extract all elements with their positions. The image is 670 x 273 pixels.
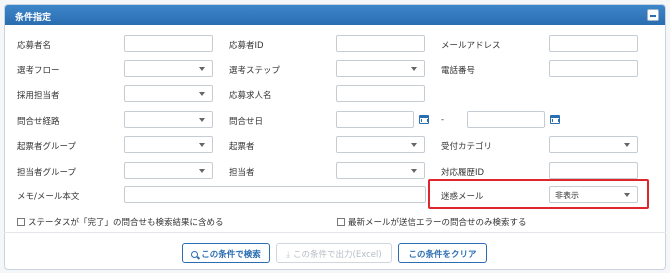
email-input[interactable] <box>549 35 638 52</box>
chevron-down-icon <box>411 169 417 173</box>
label-drafter: 起票者 <box>229 142 255 152</box>
inquiry-route-select[interactable] <box>124 111 213 128</box>
label-inquiry-route: 問合せ経路 <box>17 117 60 127</box>
collapse-icon[interactable] <box>647 9 659 21</box>
memo-body-input[interactable] <box>124 186 426 203</box>
label-assignee: 担当者 <box>229 168 255 178</box>
chevron-down-icon <box>199 169 205 173</box>
search-icon <box>191 251 199 258</box>
label-assignee-group: 担当者グループ <box>17 168 76 178</box>
label-memo-body: メモ/メール本文 <box>17 192 80 202</box>
include-completed-checkbox[interactable]: ステータスが「完了」の問合せも検索結果に含める <box>17 216 224 228</box>
panel-header: 条件指定 <box>5 5 665 25</box>
selection-step-select[interactable] <box>336 60 425 77</box>
spam-mail-select[interactable]: 非表示 <box>549 186 638 203</box>
recruiter-select[interactable] <box>124 85 213 102</box>
latest-send-error-checkbox[interactable]: 最新メールが送信エラーの問合せのみ検索する <box>337 216 527 228</box>
phone-input[interactable] <box>549 60 638 77</box>
label-job-title: 応募求人名 <box>229 91 272 101</box>
export-excel-button[interactable]: ⤓ この条件で出力(Excel) <box>276 243 392 263</box>
search-button-label: この条件で検索 <box>201 250 261 260</box>
spam-mail-selected-value: 非表示 <box>555 191 579 200</box>
calendar-icon[interactable] <box>550 115 560 124</box>
label-reception-category: 受付カテゴリ <box>441 142 493 152</box>
chevron-down-icon <box>411 67 417 71</box>
history-id-input[interactable] <box>549 162 638 179</box>
export-button-label: この条件で出力(Excel) <box>293 250 382 260</box>
label-inquiry-date: 問合せ日 <box>229 117 264 127</box>
label-applicant-id: 応募者ID <box>229 41 264 51</box>
label-selection-flow: 選考フロー <box>17 66 60 76</box>
latest-send-error-label: 最新メールが送信エラーの問合せのみ検索する <box>348 218 527 228</box>
selection-flow-select[interactable] <box>124 60 213 77</box>
chevron-down-icon <box>199 67 205 71</box>
chevron-down-icon <box>624 193 630 197</box>
checkbox-box[interactable] <box>337 218 345 226</box>
label-spam-mail: 迷惑メール <box>441 192 484 202</box>
inquiry-date-to-input[interactable] <box>467 111 545 128</box>
search-button[interactable]: この条件で検索 <box>182 243 270 263</box>
label-drafter-group: 起票者グループ <box>17 142 76 152</box>
clear-button-label: この条件をクリア <box>408 250 477 260</box>
chevron-down-icon <box>199 143 205 147</box>
applicant-name-input[interactable] <box>124 35 213 52</box>
date-range-separator: - <box>441 115 445 125</box>
reception-category-select[interactable] <box>549 136 638 153</box>
chevron-down-icon <box>199 92 205 96</box>
drafter-select[interactable] <box>336 136 425 153</box>
label-recruiter: 採用担当者 <box>17 91 60 101</box>
checkbox-box[interactable] <box>17 218 25 226</box>
applicant-id-input[interactable] <box>336 35 425 52</box>
job-title-input[interactable] <box>336 85 425 102</box>
label-phone: 電話番号 <box>441 66 476 76</box>
calendar-icon[interactable] <box>419 115 429 124</box>
clear-button[interactable]: この条件をクリア <box>398 243 487 263</box>
assignee-group-select[interactable] <box>124 162 213 179</box>
download-icon: ⤓ <box>286 250 291 260</box>
label-selection-step: 選考ステップ <box>229 66 281 76</box>
chevron-down-icon <box>199 118 205 122</box>
label-applicant-name: 応募者名 <box>17 41 52 51</box>
assignee-select[interactable] <box>336 162 425 179</box>
chevron-down-icon <box>624 143 630 147</box>
panel-title: 条件指定 <box>15 13 52 23</box>
inquiry-date-from-input[interactable] <box>336 111 414 128</box>
chevron-down-icon <box>411 143 417 147</box>
label-history-id: 対応履歴ID <box>441 168 485 178</box>
include-completed-label: ステータスが「完了」の問合せも検索結果に含める <box>28 218 224 228</box>
drafter-group-select[interactable] <box>124 136 213 153</box>
label-email: メールアドレス <box>441 41 501 51</box>
divider <box>4 232 666 233</box>
